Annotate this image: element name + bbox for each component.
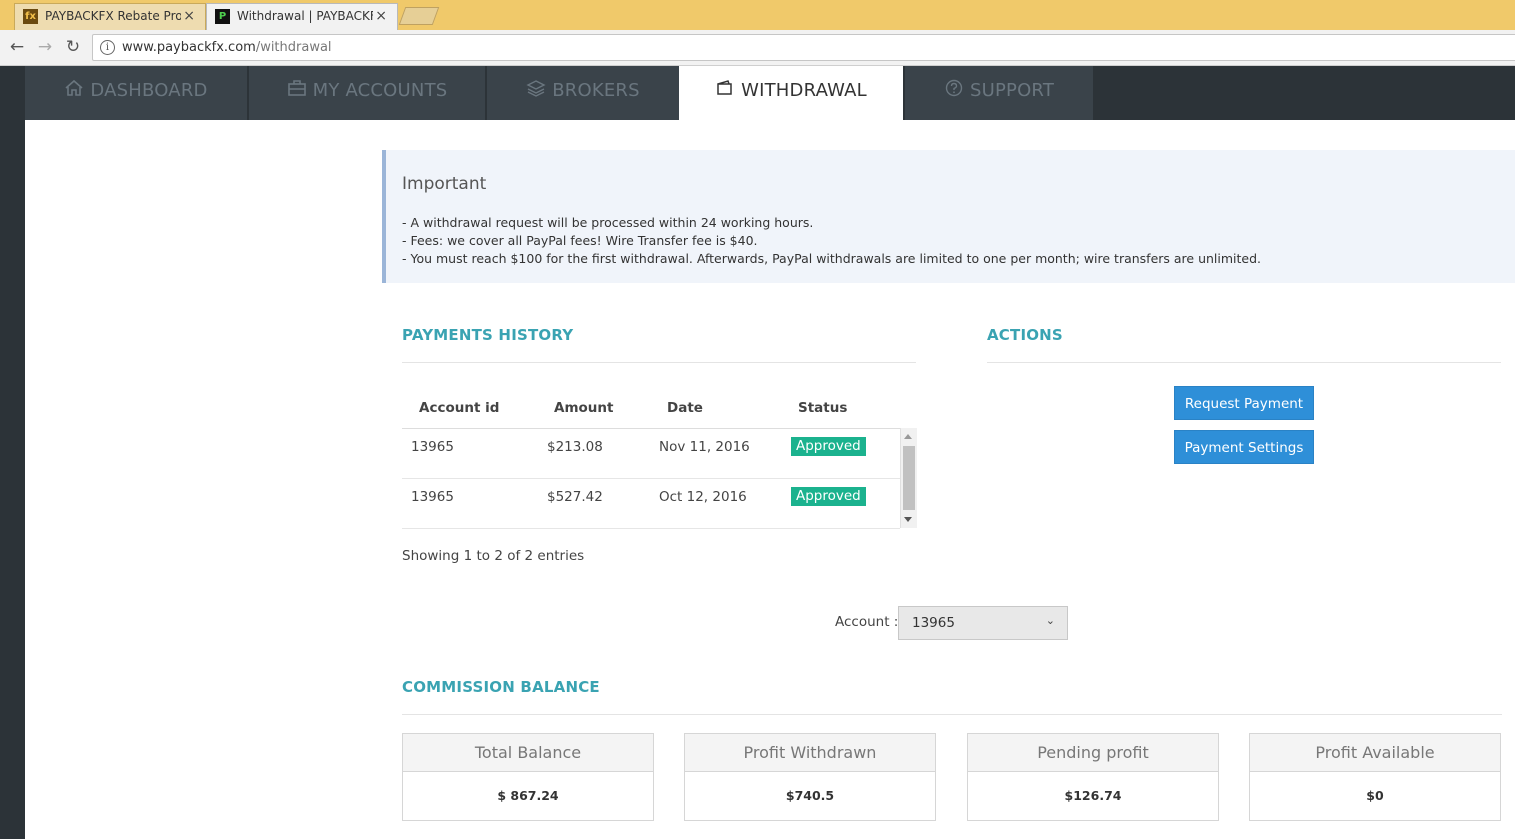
nav-label: SUPPORT — [969, 80, 1055, 101]
section-divider — [402, 362, 916, 363]
back-arrow-icon[interactable]: ← — [7, 37, 27, 57]
status-badge: Approved — [791, 487, 866, 506]
cell-account-id: 13965 — [411, 489, 454, 505]
nav-label: MY ACCOUNTS — [312, 80, 448, 101]
payment-settings-button[interactable]: Payment Settings — [1174, 430, 1314, 464]
notice-line: - A withdrawal request will be processed… — [402, 215, 814, 230]
section-divider — [402, 714, 1502, 715]
nav-dashboard[interactable]: DASHBOARD — [25, 66, 247, 120]
nav-label: BROKERS — [552, 80, 640, 101]
url-host: www.paybackfx.com — [122, 40, 256, 55]
card-value: $740.5 — [785, 788, 835, 803]
scroll-up-arrow-icon[interactable] — [904, 434, 912, 439]
status-badge: Approved — [791, 437, 866, 456]
nav-withdrawal[interactable]: WITHDRAWAL — [679, 66, 903, 120]
table-header-divider — [402, 428, 900, 429]
row-divider — [402, 528, 900, 529]
card-value: $ 867.24 — [497, 788, 559, 803]
chevron-down-icon: ⌄ — [1045, 614, 1055, 627]
row-divider — [402, 478, 900, 479]
important-notice: Important - A withdrawal request will be… — [382, 150, 1515, 283]
browser-tab-withdrawal[interactable]: P Withdrawal | PAYBACKFX × — [206, 3, 398, 30]
commission-balance-title: COMMISSION BALANCE — [402, 678, 600, 696]
nav-support[interactable]: SUPPORT — [905, 66, 1093, 120]
table-info: Showing 1 to 2 of 2 entries — [402, 548, 585, 564]
address-bar: ← → ↻ i www.paybackfx.com/withdrawal — [0, 30, 1515, 66]
cell-amount: $527.42 — [547, 489, 603, 505]
cell-amount: $213.08 — [547, 439, 603, 455]
wallet-icon — [717, 80, 732, 95]
forward-arrow-icon[interactable]: → — [35, 37, 55, 57]
card-label: Pending profit — [968, 734, 1218, 772]
p-favicon-icon: P — [215, 9, 230, 24]
profit-withdrawn-card: Profit Withdrawn $740.5 — [684, 733, 936, 821]
request-payment-button[interactable]: Request Payment — [1174, 386, 1314, 420]
url-path: /withdrawal — [255, 40, 332, 55]
notice-line: - You must reach $100 for the first with… — [402, 251, 1262, 266]
actions-title: ACTIONS — [987, 326, 1063, 344]
browser-tab-bar: fx PAYBACKFX Rebate Prog × P Withdrawal … — [0, 0, 1515, 30]
left-sidebar-rail — [0, 66, 25, 839]
notice-line: - Fees: we cover all PayPal fees! Wire T… — [402, 233, 758, 248]
section-divider — [987, 362, 1501, 363]
card-label: Profit Withdrawn — [685, 734, 935, 772]
main-navigation: DASHBOARD MY ACCOUNTS BROKERS WITHDRAWAL… — [25, 66, 1515, 120]
card-label: Total Balance — [403, 734, 653, 772]
cell-account-id: 13965 — [411, 439, 454, 455]
notice-title: Important — [402, 174, 487, 194]
url-input[interactable]: i www.paybackfx.com/withdrawal — [92, 34, 1515, 61]
tab-title: PAYBACKFX Rebate Prog — [45, 9, 181, 23]
account-select-value: 13965 — [912, 615, 955, 631]
account-label: Account : — [835, 614, 899, 630]
column-header-status[interactable]: Status — [798, 400, 847, 416]
card-label: Profit Available — [1250, 734, 1500, 772]
nav-my-accounts[interactable]: MY ACCOUNTS — [249, 66, 485, 120]
home-icon — [65, 79, 83, 96]
scrollbar-thumb[interactable] — [903, 446, 915, 510]
new-tab-button[interactable] — [398, 7, 440, 25]
layers-icon — [526, 80, 546, 97]
tab-close-icon[interactable]: × — [375, 4, 387, 29]
cell-date: Oct 12, 2016 — [659, 489, 747, 505]
total-balance-card: Total Balance $ 867.24 — [402, 733, 654, 821]
nav-brokers[interactable]: BROKERS — [487, 66, 679, 120]
question-icon — [945, 79, 963, 97]
reload-icon[interactable]: ↻ — [63, 37, 83, 57]
column-header-amount[interactable]: Amount — [554, 400, 613, 416]
site-info-icon[interactable]: i — [100, 40, 115, 55]
payments-history-title: PAYMENTS HISTORY — [402, 326, 574, 344]
profit-available-card: Profit Available $0 — [1249, 733, 1501, 821]
browser-tab-rebate[interactable]: fx PAYBACKFX Rebate Prog × — [14, 3, 206, 30]
column-header-date[interactable]: Date — [667, 400, 703, 416]
card-value: $126.74 — [1064, 788, 1122, 803]
column-header-account-id[interactable]: Account id — [419, 400, 499, 416]
nav-label: DASHBOARD — [90, 80, 208, 101]
nav-label: WITHDRAWAL — [741, 80, 867, 101]
url-text: www.paybackfx.com/withdrawal — [122, 35, 332, 60]
table-scrollbar[interactable] — [900, 428, 917, 528]
fx-favicon-icon: fx — [23, 9, 38, 24]
tab-title: Withdrawal | PAYBACKFX — [237, 9, 373, 23]
briefcase-icon — [287, 80, 306, 96]
pending-profit-card: Pending profit $126.74 — [967, 733, 1219, 821]
tab-close-icon[interactable]: × — [183, 4, 195, 29]
account-select[interactable]: 13965 ⌄ — [898, 606, 1068, 640]
card-value: $0 — [1366, 788, 1384, 803]
cell-date: Nov 11, 2016 — [659, 439, 750, 455]
scroll-down-arrow-icon[interactable] — [904, 517, 912, 522]
